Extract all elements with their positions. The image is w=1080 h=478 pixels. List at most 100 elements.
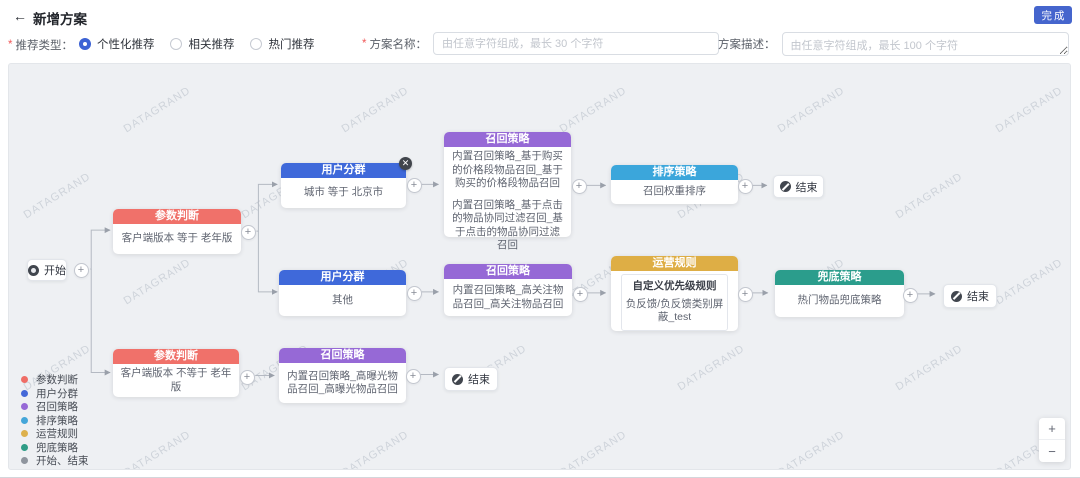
radio-label: 个性化推荐 xyxy=(97,36,155,52)
add-node-button-sort-1[interactable]: + xyxy=(738,179,753,194)
node-body: 内置召回策略_高曝光物品召回_高曝光物品召回 xyxy=(279,363,406,403)
node-line: 客户端版本 等于 老年版 xyxy=(119,232,235,246)
legend-item: 排序策略 xyxy=(21,414,89,428)
plan-name-label: 方案名称： xyxy=(369,36,427,52)
zoom-in-button[interactable]: + xyxy=(1039,418,1065,440)
node-header: 排序策略 xyxy=(611,165,738,180)
flow-node-end-3[interactable]: 结束 xyxy=(444,367,498,391)
legend-dot-icon xyxy=(21,457,28,464)
legend-item: 用户分群 xyxy=(21,387,89,401)
radio-selected-icon[interactable] xyxy=(79,38,91,50)
close-node-icon[interactable]: ✕ xyxy=(399,157,412,170)
node-body: 客户端版本 等于 老年版 xyxy=(113,224,241,254)
legend-label: 开始、结束 xyxy=(36,453,89,468)
legend-dot-icon xyxy=(21,390,28,397)
add-node-button-recall-1[interactable]: + xyxy=(572,179,587,194)
terminal-label: 结束 xyxy=(967,288,989,304)
legend-item: 运营规则 xyxy=(21,427,89,441)
node-header: 运营规则 xyxy=(611,256,738,271)
legend-dot-icon xyxy=(21,417,28,424)
terminal-label: 结束 xyxy=(796,179,818,195)
add-node-button-param-2[interactable]: + xyxy=(240,370,255,385)
flow-canvas[interactable]: DATAGRANDDATAGRANDDATAGRANDDATAGRANDDATA… xyxy=(8,63,1071,470)
terminal-label: 结束 xyxy=(468,371,490,387)
legend-dot-icon xyxy=(21,444,28,451)
node-body: 其他 xyxy=(279,285,406,316)
node-header: 兜底策略 xyxy=(775,270,904,285)
add-node-button-user-2[interactable]: + xyxy=(407,286,422,301)
radio-unselected-icon[interactable] xyxy=(250,38,262,50)
zoom-control: + − xyxy=(1039,418,1065,462)
add-node-button-oprule-1[interactable]: + xyxy=(738,287,753,302)
plan-desc-field: 方案描述： xyxy=(718,32,1069,56)
node-line: 热门物品兜底策略 xyxy=(781,294,898,308)
flow-node-user-2[interactable]: 用户分群其他 xyxy=(279,270,406,316)
flow-node-end-1[interactable]: 结束 xyxy=(773,175,824,198)
plan-desc-input[interactable] xyxy=(782,32,1069,56)
node-header: 用户分群 xyxy=(281,163,406,178)
add-node-button-recall-3[interactable]: + xyxy=(406,369,421,384)
radio-相关推荐[interactable]: 相关推荐 xyxy=(170,36,234,52)
radio-label: 相关推荐 xyxy=(188,36,234,52)
flow-node-sort-1[interactable]: 排序策略召回权重排序 xyxy=(611,165,738,204)
rule-subtitle: 负反馈/负反馈类别屏蔽_test xyxy=(625,298,724,325)
rule-title: 自定义优先级规则 xyxy=(625,280,724,294)
flow-node-recall-3[interactable]: 召回策略内置召回策略_高曝光物品召回_高曝光物品召回 xyxy=(279,348,406,403)
flow-node-recall-2[interactable]: 召回策略内置召回策略_高关注物品召回_高关注物品召回 xyxy=(444,264,572,316)
end-icon xyxy=(780,181,791,192)
node-type-legend: 参数判断用户分群召回策略排序策略运营规则兜底策略开始、结束 xyxy=(21,373,89,468)
legend-item: 召回策略 xyxy=(21,400,89,414)
required-mark: * xyxy=(362,38,366,50)
flow-node-recall-1[interactable]: 召回策略内置召回策略_基于购买的价格段物品召回_基于购买的价格段物品召回内置召回… xyxy=(444,132,571,237)
legend-item: 开始、结束 xyxy=(21,454,89,468)
zoom-out-button[interactable]: − xyxy=(1039,440,1065,462)
radio-unselected-icon[interactable] xyxy=(170,38,182,50)
recommend-type-radio-group: 个性化推荐 相关推荐 热门推荐 xyxy=(79,36,331,53)
node-line: 召回权重排序 xyxy=(617,185,732,199)
recommend-type-field: * 推荐类型： 个性化推荐 相关推荐 热门推荐 xyxy=(8,36,330,53)
node-line: 内置召回策略_高关注物品召回_高关注物品召回 xyxy=(450,284,566,311)
node-body: 客户端版本 不等于 老年版 xyxy=(113,364,239,397)
plan-form: * 推荐类型： 个性化推荐 相关推荐 热门推荐 * 方案名称： 方案描述： xyxy=(0,0,1080,63)
radio-个性化推荐[interactable]: 个性化推荐 xyxy=(79,36,155,52)
add-node-button-start[interactable]: + xyxy=(74,263,89,278)
node-line: 客户端版本 不等于 老年版 xyxy=(119,367,233,394)
flow-node-start[interactable]: 开始 xyxy=(27,259,67,281)
legend-dot-icon xyxy=(21,403,28,410)
legend-dot-icon xyxy=(21,376,28,383)
flow-node-oprule-1[interactable]: 运营规则自定义优先级规则负反馈/负反馈类别屏蔽_test xyxy=(611,256,738,331)
rule-item[interactable]: 自定义优先级规则负反馈/负反馈类别屏蔽_test xyxy=(621,274,728,331)
node-header: 召回策略 xyxy=(444,264,572,279)
terminal-label: 开始 xyxy=(44,262,66,278)
end-icon xyxy=(452,374,463,385)
legend-dot-icon xyxy=(21,430,28,437)
node-line: 内置召回策略_基于点击的物品协同过滤召回_基于点击的物品协同过滤召回 xyxy=(450,199,565,253)
node-header: 用户分群 xyxy=(279,270,406,285)
add-node-button-param-1[interactable]: + xyxy=(241,225,256,240)
plan-name-input[interactable] xyxy=(433,32,719,55)
start-icon xyxy=(28,265,39,276)
add-node-button-user-1[interactable]: + xyxy=(407,178,422,193)
add-node-button-fallback-1[interactable]: + xyxy=(903,288,918,303)
node-body: 城市 等于 北京市 xyxy=(281,178,406,208)
node-body: 内置召回策略_高关注物品召回_高关注物品召回 xyxy=(444,279,572,316)
flow-node-param-1[interactable]: 参数判断客户端版本 等于 老年版 xyxy=(113,209,241,254)
node-header: 参数判断 xyxy=(113,209,241,224)
node-line: 城市 等于 北京市 xyxy=(287,186,400,200)
flow-node-param-2[interactable]: 参数判断客户端版本 不等于 老年版 xyxy=(113,349,239,397)
radio-label: 热门推荐 xyxy=(268,36,314,52)
flow-node-end-2[interactable]: 结束 xyxy=(943,284,997,308)
required-mark: * xyxy=(8,39,12,51)
add-node-button-recall-2[interactable]: + xyxy=(573,287,588,302)
flow-node-user-1[interactable]: 用户分群城市 等于 北京市✕ xyxy=(281,163,406,208)
end-icon xyxy=(951,291,962,302)
node-line: 其他 xyxy=(285,294,400,308)
radio-热门推荐[interactable]: 热门推荐 xyxy=(250,36,314,52)
flow-node-fallback-1[interactable]: 兜底策略热门物品兜底策略 xyxy=(775,270,904,317)
node-body: 内置召回策略_基于购买的价格段物品召回_基于购买的价格段物品召回内置召回策略_基… xyxy=(444,147,571,256)
recommend-type-label: 推荐类型： xyxy=(15,37,73,53)
node-body: 自定义优先级规则负反馈/负反馈类别屏蔽_test xyxy=(611,271,738,334)
new-plan-page: ← 新增方案 完成 * 推荐类型： 个性化推荐相关推荐热门推荐 * 方案名称： … xyxy=(0,0,1080,478)
legend-item: 参数判断 xyxy=(21,373,89,387)
node-body: 热门物品兜底策略 xyxy=(775,285,904,317)
